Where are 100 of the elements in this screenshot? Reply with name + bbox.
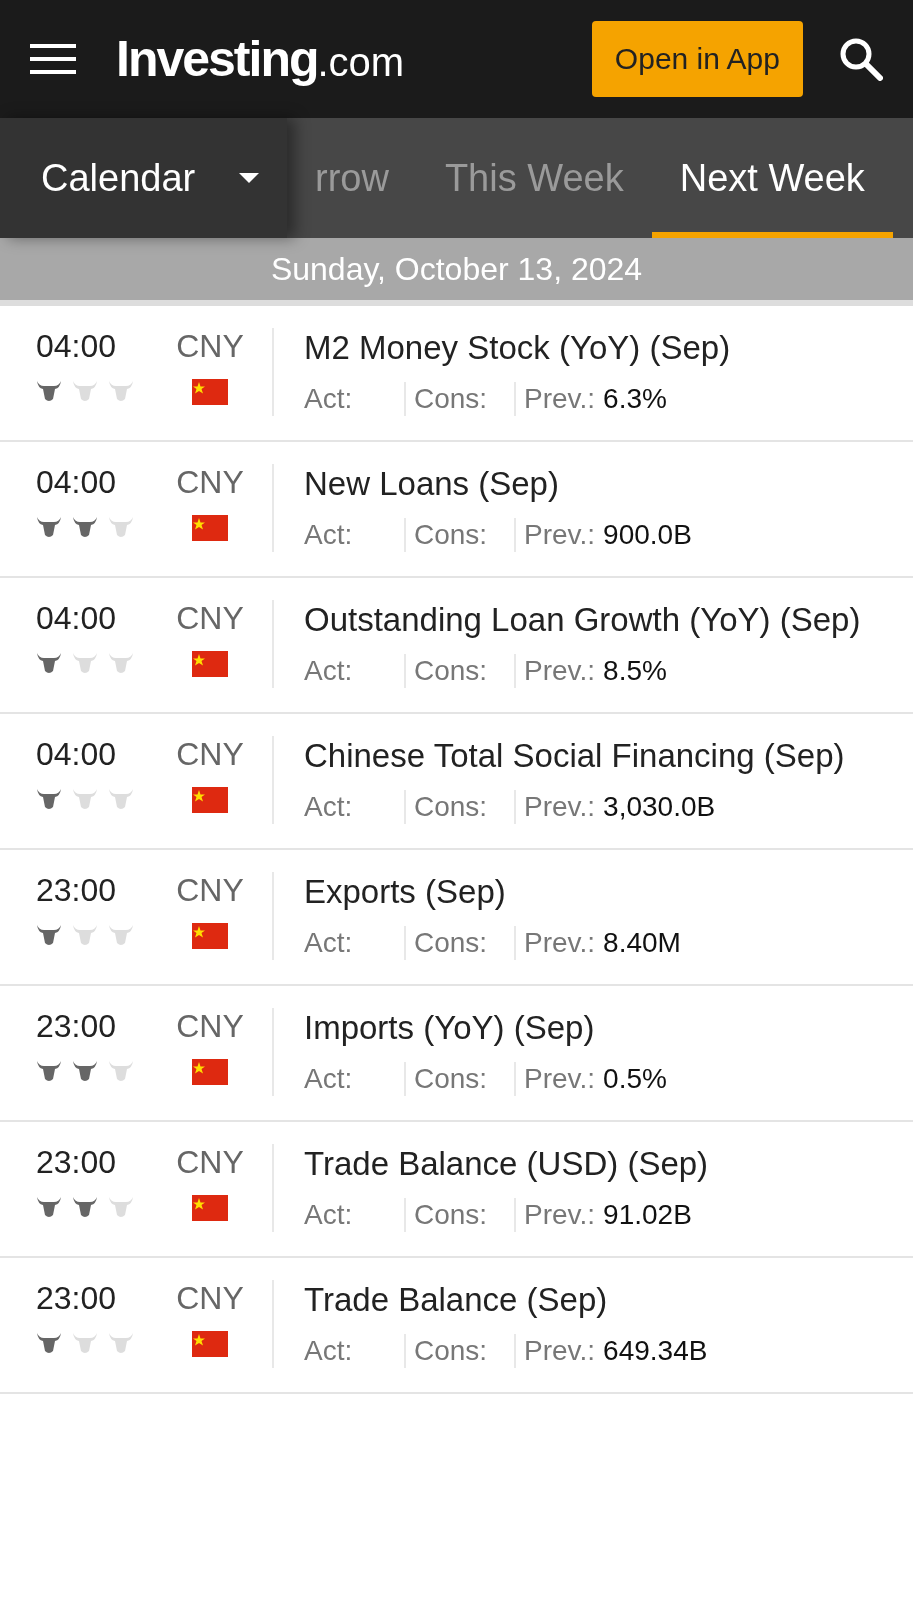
previous-value: 91.02B bbox=[603, 1199, 692, 1231]
previous-value: 8.5% bbox=[603, 655, 667, 687]
bull-icon bbox=[108, 1195, 134, 1219]
event-time: 23:00 bbox=[36, 1008, 118, 1045]
bull-icon bbox=[72, 515, 98, 539]
previous-value: 8.40M bbox=[603, 927, 681, 959]
flag-icon bbox=[192, 515, 228, 541]
logo-name[interactable]: Investing bbox=[116, 30, 318, 88]
event-time: 04:00 bbox=[36, 736, 118, 773]
actual-label: Act: bbox=[304, 1335, 354, 1367]
consensus-label: Cons: bbox=[414, 655, 489, 687]
currency: CNY bbox=[176, 328, 244, 365]
actual-label: Act: bbox=[304, 383, 354, 415]
bull-icon bbox=[36, 651, 62, 675]
bull-icon bbox=[36, 1059, 62, 1083]
actual-label: Act: bbox=[304, 1199, 354, 1231]
flag-icon bbox=[192, 1059, 228, 1085]
event-row[interactable]: 04:00 CNY New Loans (Sep) Act: Cons: Prev.: 900.0B bbox=[0, 442, 913, 578]
search-icon[interactable] bbox=[839, 37, 883, 81]
previous-value: 3,030.0B bbox=[603, 791, 716, 823]
bull-icon bbox=[72, 1195, 98, 1219]
flag-icon bbox=[192, 379, 228, 405]
consensus-label: Cons: bbox=[414, 1199, 489, 1231]
previous-value: 0.5% bbox=[603, 1063, 667, 1095]
previous-value: 6.3% bbox=[603, 383, 667, 415]
consensus-label: Cons: bbox=[414, 1063, 489, 1095]
bull-icon bbox=[72, 651, 98, 675]
previous-label: Prev.: bbox=[524, 1063, 596, 1095]
event-title: M2 Money Stock (YoY) (Sep) bbox=[304, 328, 732, 368]
calendar-dropdown[interactable]: Calendar bbox=[0, 118, 287, 238]
event-row[interactable]: 23:00 CNY Imports (YoY) (Sep) Act: Cons: Prev.: 0.5% bbox=[0, 986, 913, 1122]
event-row[interactable]: 23:00 CNY Trade Balance (USD) (Sep) Act: Cons: Prev.: 91.02B bbox=[0, 1122, 913, 1258]
consensus-label: Cons: bbox=[414, 383, 489, 415]
bull-icon bbox=[108, 1059, 134, 1083]
bull-icon bbox=[72, 923, 98, 947]
currency: CNY bbox=[176, 872, 244, 909]
event-title: New Loans (Sep) bbox=[304, 464, 560, 504]
bull-icon bbox=[108, 1331, 134, 1355]
bull-icon bbox=[36, 379, 62, 403]
bull-icon bbox=[108, 923, 134, 947]
currency: CNY bbox=[176, 1144, 244, 1181]
bull-icon bbox=[108, 379, 134, 403]
event-title: Exports (Sep) bbox=[304, 872, 507, 912]
bull-icon bbox=[72, 1331, 98, 1355]
flag-icon bbox=[192, 787, 228, 813]
previous-value: 900.0B bbox=[603, 519, 692, 551]
flag-icon bbox=[192, 923, 228, 949]
date-header: Sunday, October 13, 2024 bbox=[0, 238, 913, 306]
consensus-label: Cons: bbox=[414, 927, 489, 959]
previous-label: Prev.: bbox=[524, 655, 596, 687]
bull-icon bbox=[36, 923, 62, 947]
previous-value: 649.34B bbox=[603, 1335, 708, 1367]
menu-icon[interactable] bbox=[30, 43, 76, 75]
event-row[interactable]: 04:00 CNY Outstanding Loan Growth (YoY) (Sep) Act: Cons: Prev.: 8.5% bbox=[0, 578, 913, 714]
flag-icon bbox=[192, 1331, 228, 1357]
actual-label: Act: bbox=[304, 927, 354, 959]
bull-icon bbox=[36, 787, 62, 811]
currency: CNY bbox=[176, 1008, 244, 1045]
caret-icon bbox=[239, 173, 259, 183]
bull-icon bbox=[36, 1195, 62, 1219]
bull-icon bbox=[108, 787, 134, 811]
currency: CNY bbox=[176, 600, 244, 637]
consensus-label: Cons: bbox=[414, 791, 489, 823]
previous-label: Prev.: bbox=[524, 1335, 596, 1367]
previous-label: Prev.: bbox=[524, 519, 596, 551]
bull-icon bbox=[36, 515, 62, 539]
bull-icon bbox=[72, 1059, 98, 1083]
flag-icon bbox=[192, 651, 228, 677]
consensus-label: Cons: bbox=[414, 1335, 489, 1367]
consensus-label: Cons: bbox=[414, 519, 489, 551]
bull-icon bbox=[72, 379, 98, 403]
event-title: Imports (YoY) (Sep) bbox=[304, 1008, 596, 1048]
event-row[interactable]: 23:00 CNY Trade Balance (Sep) Act: Cons: Prev.: 649.34B bbox=[0, 1258, 913, 1394]
event-time: 23:00 bbox=[36, 1280, 118, 1317]
previous-label: Prev.: bbox=[524, 791, 596, 823]
event-time: 04:00 bbox=[36, 600, 118, 637]
logo-suffix[interactable]: .com bbox=[317, 40, 405, 85]
event-time: 23:00 bbox=[36, 872, 118, 909]
actual-label: Act: bbox=[304, 655, 354, 687]
previous-label: Prev.: bbox=[524, 383, 596, 415]
currency: CNY bbox=[176, 464, 244, 501]
bull-icon bbox=[108, 651, 134, 675]
bull-icon bbox=[108, 515, 134, 539]
open-in-app-button[interactable]: Open in App bbox=[591, 21, 803, 97]
event-row[interactable]: 04:00 CNY Chinese Total Social Financing (Sep) Act: Cons: Prev.: 3,030.0B bbox=[0, 714, 913, 850]
event-title: Trade Balance (Sep) bbox=[304, 1280, 609, 1320]
actual-label: Act: bbox=[304, 791, 354, 823]
previous-label: Prev.: bbox=[524, 927, 596, 959]
bull-icon bbox=[36, 1331, 62, 1355]
event-row[interactable]: 04:00 CNY M2 Money Stock (YoY) (Sep) Act: Cons: Prev.: 6.3% bbox=[0, 306, 913, 442]
event-time: 23:00 bbox=[36, 1144, 118, 1181]
event-title: Chinese Total Social Financing (Sep) bbox=[304, 736, 846, 776]
previous-label: Prev.: bbox=[524, 1199, 596, 1231]
currency: CNY bbox=[176, 736, 244, 773]
flag-icon bbox=[192, 1195, 228, 1221]
currency: CNY bbox=[176, 1280, 244, 1317]
event-time: 04:00 bbox=[36, 328, 118, 365]
actual-label: Act: bbox=[304, 1063, 354, 1095]
event-row[interactable]: 23:00 CNY Exports (Sep) Act: Cons: Prev.: 8.40M bbox=[0, 850, 913, 986]
event-title: Outstanding Loan Growth (YoY) (Sep) bbox=[304, 600, 862, 640]
